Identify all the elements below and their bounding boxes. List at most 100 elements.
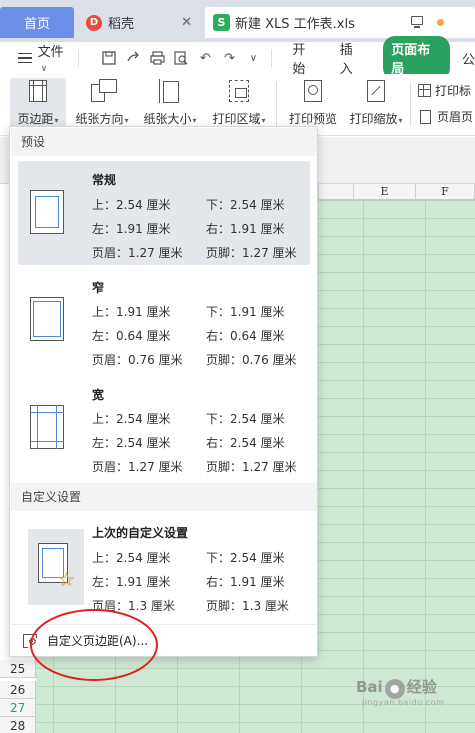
- print-title-button[interactable]: 打印标: [418, 82, 471, 99]
- preset-left: 左：1.91 厘米: [92, 222, 171, 236]
- paper-size-label: 纸张大小: [143, 112, 192, 126]
- menu-tab-insert[interactable]: 插入: [340, 39, 365, 77]
- print-area-button[interactable]: 打印区域▾: [209, 78, 269, 127]
- monitor-icon[interactable]: [411, 16, 423, 28]
- print-area-label: 打印区域: [212, 112, 261, 126]
- preset-title: 宽: [92, 388, 105, 402]
- close-tab-icon[interactable]: ✕: [181, 15, 192, 30]
- preset-bottom: 下：2.54 厘米: [206, 198, 285, 212]
- print-preview-icon: [298, 78, 328, 106]
- preset-bottom: 下：1.91 厘米: [206, 305, 285, 319]
- preset-top: 上：2.54 厘米: [92, 551, 171, 565]
- share-icon[interactable]: [121, 48, 145, 68]
- divider: [78, 49, 80, 67]
- chevron-down-icon: ▾: [124, 116, 129, 125]
- header-footer-icon: [420, 109, 431, 124]
- margin-label: 页边距: [17, 112, 54, 126]
- tab-daoke-label: 稻壳: [108, 17, 135, 32]
- print-preview-label: 打印预览: [288, 112, 337, 126]
- spreadsheet-logo-icon: S: [213, 14, 230, 31]
- preset-top: 上：1.91 厘米: [92, 305, 171, 319]
- tab-home[interactable]: 首页: [0, 7, 74, 38]
- row-header-26[interactable]: 26: [0, 681, 36, 699]
- margin-dropdown: 预设 常规 上：2.54 厘米 下：2.54 厘米 左：1.91 厘米 右：1.…: [9, 126, 318, 657]
- print-icon[interactable]: [145, 48, 169, 68]
- menu-tab-formula[interactable]: 公: [462, 49, 475, 68]
- unsaved-dot-icon: [437, 19, 444, 26]
- print-scale-icon: [361, 78, 391, 106]
- column-header-f[interactable]: F: [416, 184, 475, 200]
- quick-access-toolbar: ↶ ↷ ∨: [97, 48, 265, 68]
- menu-bar: 文件∨ ↶ ↷ ∨ 开始 插入 页面布局 公: [0, 36, 475, 80]
- preset-title: 常规: [92, 173, 117, 187]
- orientation-icon: [87, 78, 117, 106]
- tab-document[interactable]: S 新建 XLS 工作表.xls: [205, 7, 475, 38]
- menu-tab-start[interactable]: 开始: [292, 39, 317, 77]
- print-preview-icon[interactable]: [169, 48, 193, 68]
- preset-last-custom[interactable]: ☆ 上次的自定义设置 上：2.54 厘米 下：2.54 厘米 左：1.91 厘米…: [18, 517, 310, 621]
- tab-document-label: 新建 XLS 工作表.xls: [235, 17, 355, 32]
- header-footer-button[interactable]: 页眉页: [420, 108, 473, 125]
- page-margin-normal-icon: [30, 190, 64, 234]
- preset-footer: 页脚：1.27 厘米: [206, 246, 297, 260]
- print-title-icon: [418, 84, 431, 97]
- preset-footer: 页脚：0.76 厘米: [206, 353, 297, 367]
- watermark-text: Bai: [356, 678, 383, 696]
- row-header-28[interactable]: 28: [0, 717, 36, 733]
- preset-right: 右：0.64 厘米: [206, 329, 285, 343]
- print-title-label: 打印标: [435, 84, 472, 98]
- preset-top: 上：2.54 厘米: [92, 412, 171, 426]
- print-scale-label: 打印缩放: [349, 112, 398, 126]
- page-margin-narrow-icon: [30, 297, 64, 341]
- divider: [271, 49, 273, 67]
- divider: [276, 82, 277, 126]
- print-scale-button[interactable]: 打印缩放▾: [346, 78, 406, 127]
- orientation-button[interactable]: 纸张方向▾: [72, 78, 132, 127]
- preset-header: 页眉：0.76 厘米: [92, 353, 183, 367]
- preset-bottom: 下：2.54 厘米: [206, 551, 285, 565]
- preset-header: 页眉：1.27 厘米: [92, 246, 183, 260]
- chevron-down-icon[interactable]: ∨: [241, 48, 265, 68]
- redo-icon[interactable]: ↷: [217, 48, 241, 68]
- watermark-text: 经验: [406, 678, 437, 696]
- preset-narrow[interactable]: 窄 上：1.91 厘米 下：1.91 厘米 左：0.64 厘米 右：0.64 厘…: [18, 269, 310, 373]
- divider: [410, 82, 411, 126]
- watermark-url: jingyan.baidu.com: [362, 698, 445, 707]
- preset-footer: 页脚：1.27 厘米: [206, 460, 297, 474]
- preset-bottom: 下：2.54 厘米: [206, 412, 285, 426]
- page-margin-icon: [23, 78, 53, 106]
- preset-normal[interactable]: 常规 上：2.54 厘米 下：2.54 厘米 左：1.91 厘米 右：1.91 …: [18, 161, 310, 265]
- margin-button[interactable]: 页边距▾: [10, 78, 66, 132]
- chevron-down-icon: ▾: [192, 116, 197, 125]
- preset-top: 上：2.54 厘米: [92, 198, 171, 212]
- print-area-icon: [224, 78, 254, 106]
- custom-margin-thumbnail: ☆: [28, 529, 84, 605]
- row-header-27[interactable]: 27: [0, 699, 36, 717]
- preset-wide[interactable]: 宽 上：2.54 厘米 下：2.54 厘米 左：2.54 厘米 右：2.54 厘…: [18, 376, 310, 480]
- hamburger-menu-icon[interactable]: [18, 53, 32, 63]
- chevron-down-icon: ▾: [54, 116, 59, 125]
- chevron-down-icon: ▾: [261, 116, 266, 125]
- presets-section-header: 预设: [11, 128, 317, 156]
- column-header-e[interactable]: E: [354, 184, 416, 200]
- preset-left: 左：2.54 厘米: [92, 436, 171, 450]
- header-footer-label: 页眉页: [437, 110, 474, 124]
- baidu-watermark: Bai ● 经验 jingyan.baidu.com: [356, 676, 444, 707]
- preset-header: 页眉：1.27 厘米: [92, 460, 183, 474]
- save-icon[interactable]: [97, 48, 121, 68]
- paper-size-button[interactable]: 纸张大小▾: [140, 78, 200, 127]
- paw-icon: ●: [384, 679, 405, 699]
- row-header-25[interactable]: 25: [0, 660, 36, 678]
- preset-left: 左：1.91 厘米: [92, 575, 171, 589]
- menu-file[interactable]: 文件 ∨: [38, 41, 73, 75]
- preset-title: 上次的自定义设置: [92, 526, 189, 540]
- preset-title: 窄: [92, 281, 105, 295]
- preset-footer: 页脚：1.3 厘米: [206, 599, 289, 613]
- annotation-circle: [30, 609, 158, 681]
- undo-icon[interactable]: ↶: [193, 48, 217, 68]
- custom-section-header: 自定义设置: [11, 483, 317, 511]
- column-header: [318, 184, 354, 200]
- paper-size-icon: [155, 78, 185, 106]
- print-preview-button[interactable]: 打印预览: [286, 78, 340, 127]
- tab-daoke[interactable]: D 稻壳 ✕: [76, 7, 200, 38]
